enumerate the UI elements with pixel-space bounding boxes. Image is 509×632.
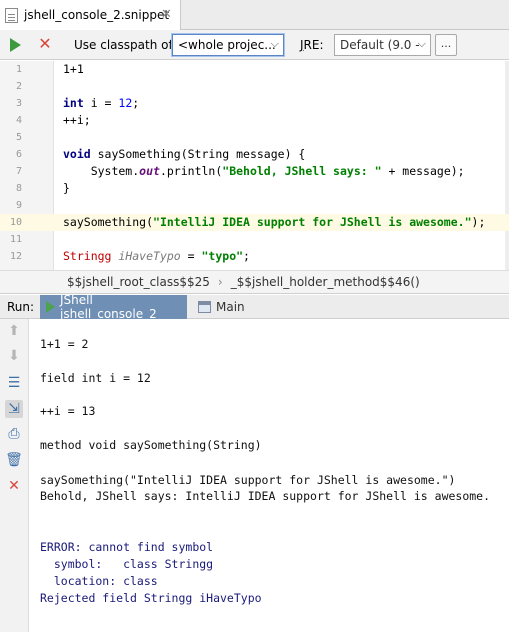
line-number: 3 <box>15 98 22 109</box>
line-number: 7 <box>15 166 22 177</box>
console-line: Behold, JShell says: IntelliJ IDEA suppo… <box>40 489 491 503</box>
code-text: System.out.println("Behold, JShell says:… <box>63 164 465 178</box>
line-number: 2 <box>15 81 22 92</box>
stop-icon[interactable]: ✕ <box>37 36 53 52</box>
chevron-down-icon: ⌵ <box>270 37 279 50</box>
code-line-current: 10 saySomething("IntelliJ IDEA support f… <box>0 214 509 231</box>
run-tab-jshell[interactable]: JShell jshell_console_2 <box>40 293 187 321</box>
line-number: 6 <box>15 149 22 160</box>
code-line: 11 <box>0 231 509 248</box>
code-text: saySomething("IntelliJ IDEA support for … <box>63 215 486 229</box>
run-tab-label: Main <box>216 300 245 314</box>
code-text: ++i; <box>63 113 91 127</box>
line-number: 10 <box>9 217 22 228</box>
code-line: 6 void saySomething(String message) { <box>0 146 509 163</box>
editor-tab-bar: jshell_console_2.snippet ✕ <box>0 0 509 30</box>
run-tab-label: JShell jshell_console_2 <box>60 293 157 321</box>
code-line: 4 ++i; <box>0 112 509 129</box>
jshell-toolbar: ✕ Use classpath of: <whole projec... ⌵ J… <box>0 30 509 60</box>
classpath-value: <whole projec... <box>178 38 276 52</box>
classpath-label: Use classpath of: <box>74 38 177 52</box>
chevron-right-icon: › <box>217 275 223 289</box>
code-text: int i = 12; <box>63 96 140 110</box>
code-text: } <box>63 181 70 195</box>
window-icon <box>198 301 211 313</box>
code-line: 8 } <box>0 180 509 197</box>
code-line: 9 <box>0 197 509 214</box>
line-number: 12 <box>9 251 22 262</box>
code-line: 2 <box>0 78 509 95</box>
line-number: 5 <box>15 132 22 143</box>
console-line: field int i = 12 <box>40 371 151 385</box>
console-line: method void saySomething(String) <box>40 438 262 452</box>
print-icon[interactable]: ⎙ <box>5 425 23 443</box>
run-tool-header: Run: JShell jshell_console_2 Main <box>0 293 509 321</box>
line-number: 11 <box>9 234 22 245</box>
scroll-to-end-icon[interactable]: ⇲ <box>5 400 23 418</box>
console-error-line: Rejected field Stringg iHaveTypo <box>40 591 262 605</box>
console-line: 1+1 = 2 <box>40 337 89 351</box>
console-error-line: symbol: class Stringg <box>40 557 214 571</box>
run-tab-main[interactable]: Main <box>192 295 252 319</box>
code-line: 5 <box>0 129 509 146</box>
run-icon <box>46 301 55 313</box>
arrow-down-icon[interactable]: ⬇ <box>5 347 23 365</box>
code-line: 1 1+1 <box>0 61 509 78</box>
arrow-up-icon[interactable]: ⬆ <box>5 322 23 340</box>
breadcrumb: $$jshell_root_class$$25 › _$$jshell_hold… <box>0 270 509 294</box>
soft-wrap-icon[interactable]: ☰ <box>5 374 23 392</box>
line-number: 1 <box>15 64 22 75</box>
line-number: 4 <box>15 115 22 126</box>
run-label: Run: <box>7 300 35 314</box>
editor-tab[interactable]: jshell_console_2.snippet ✕ <box>0 0 181 30</box>
breadcrumb-item[interactable]: _$$jshell_holder_method$$46() <box>231 275 420 289</box>
classpath-select[interactable]: <whole projec... ⌵ <box>172 34 284 56</box>
console-error-line: ERROR: cannot find symbol <box>40 540 214 554</box>
run-icon[interactable] <box>10 38 21 52</box>
trash-icon[interactable]: 🗑 <box>5 451 23 469</box>
close-icon[interactable]: ✕ <box>160 8 173 21</box>
jre-label-rest: RE: <box>303 38 324 52</box>
code-text: 1+1 <box>63 62 84 76</box>
chevron-down-icon: ⌵ <box>417 37 426 50</box>
code-line: 12 Stringg iHaveTypo = "typo"; <box>0 248 509 265</box>
code-text: void saySomething(String message) { <box>63 147 306 161</box>
console-line: saySomething("IntelliJ IDEA support for … <box>40 473 456 487</box>
code-text: Stringg iHaveTypo = "typo"; <box>63 249 250 263</box>
jre-label: JRE: <box>300 38 324 52</box>
jre-value: Default (9.0 - <box>340 38 420 52</box>
file-icon <box>5 7 18 23</box>
code-line: 3 int i = 12; <box>0 95 509 112</box>
run-side-toolbar: ⬆ ⬇ ☰ ⇲ ⎙ 🗑 ✕ <box>0 319 29 632</box>
run-console[interactable]: 1+1 = 2 field int i = 12 ++i = 13 method… <box>30 319 509 632</box>
line-number: 9 <box>15 200 22 211</box>
line-number: 8 <box>15 183 22 194</box>
tab-label: jshell_console_2.snippet <box>24 8 170 22</box>
breadcrumb-item[interactable]: $$jshell_root_class$$25 <box>67 275 210 289</box>
console-error-line: location: class <box>40 574 158 588</box>
jre-select[interactable]: Default (9.0 - ⌵ <box>334 34 431 56</box>
console-line: ++i = 13 <box>40 404 96 418</box>
close-icon[interactable]: ✕ <box>5 477 23 495</box>
code-editor[interactable]: 1 1+1 2 3 int i = 12; 4 ++i; 5 6 void sa… <box>0 61 509 270</box>
browse-jre-button[interactable]: ... <box>435 34 457 56</box>
code-line: 7 System.out.println("Behold, JShell say… <box>0 163 509 180</box>
